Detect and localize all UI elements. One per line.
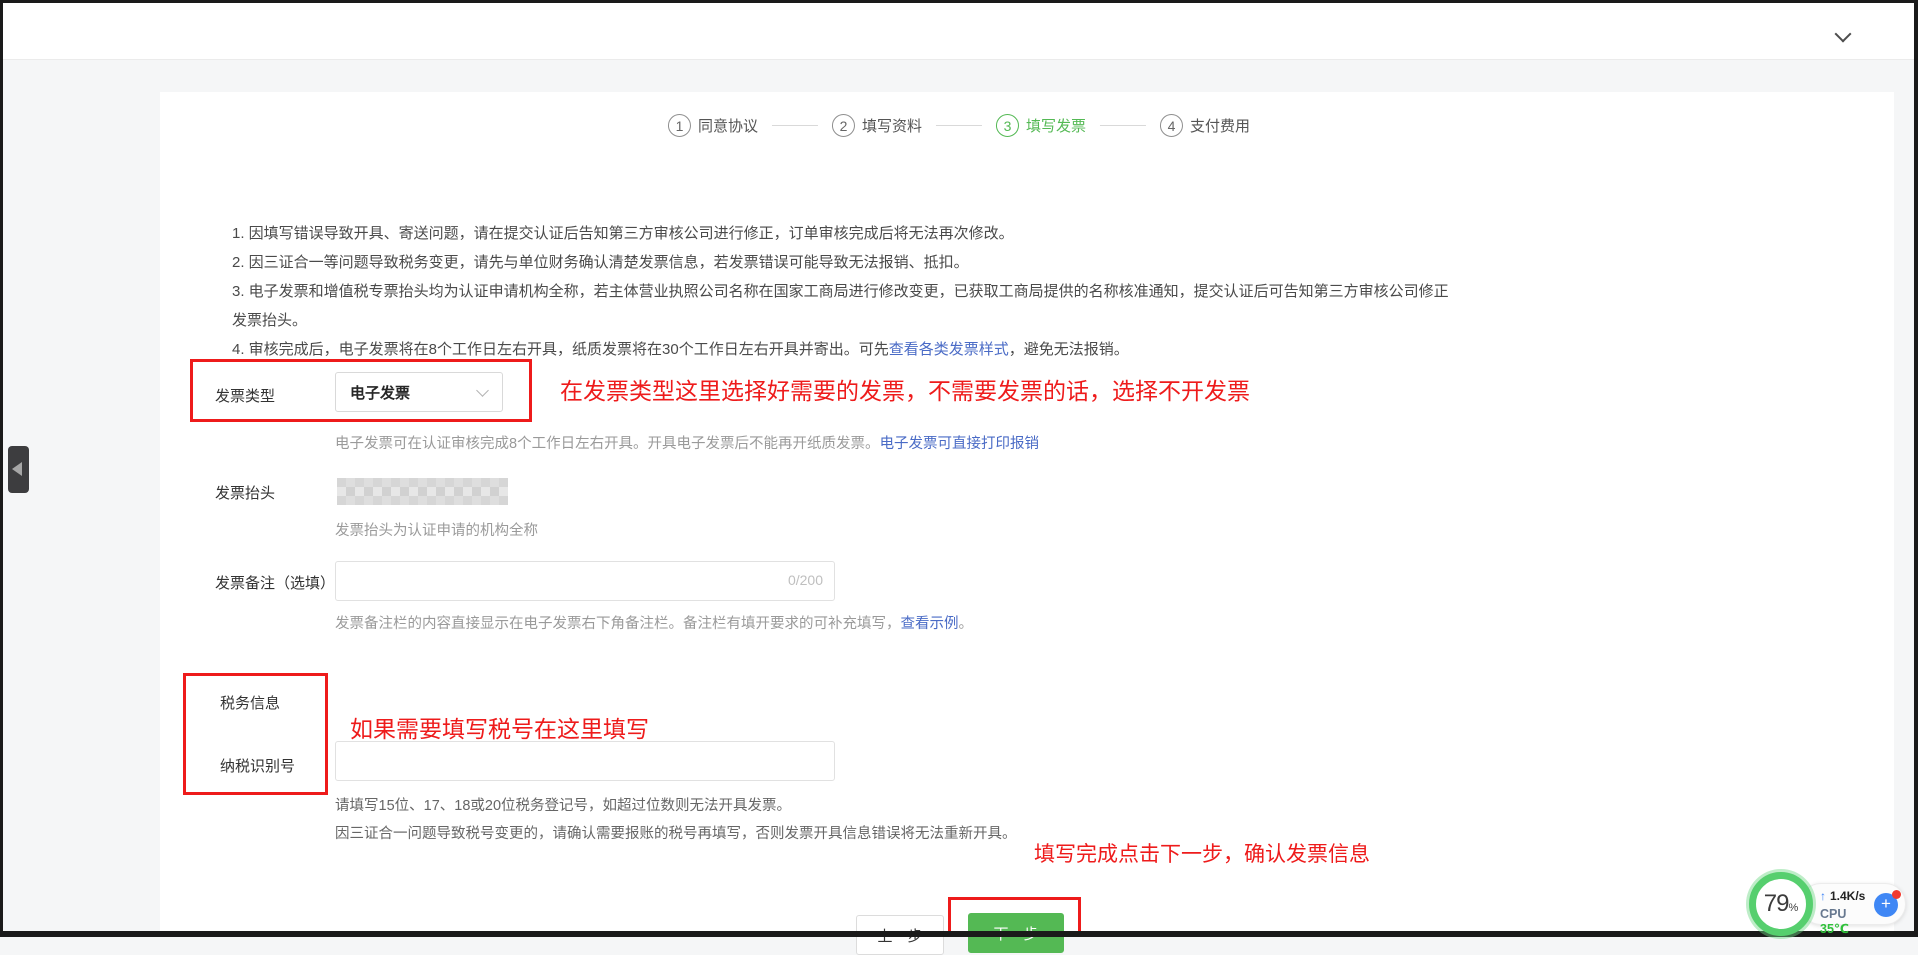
char-counter: 0/200 xyxy=(788,572,823,588)
note-text: 4. 审核完成后，电子发票将在8个工作日左右开具，纸质发票将在30个工作日左右开… xyxy=(232,341,889,358)
step-number: 2 xyxy=(832,114,855,137)
helper-text: 电子发票可在认证审核完成8个工作日左右开具。开具电子发票后不能再开纸质发票。 xyxy=(335,436,880,452)
invoice-remark-field-wrap: 0/200 xyxy=(335,561,835,601)
tax-helper-1: 请填写15位、17、18或20位税务登记号，如超过位数则无法开具发票。 xyxy=(335,792,791,820)
step-pay: 4 支付费用 xyxy=(1160,114,1250,137)
red-annotation-tax-id: 如果需要填写税号在这里填写 xyxy=(350,710,649,744)
red-annotation-next-step: 填写完成点击下一步，确认发票信息 xyxy=(1034,838,1370,868)
percent-value: 79 xyxy=(1764,890,1789,918)
chevron-down-icon xyxy=(476,386,488,398)
step-label: 填写资料 xyxy=(862,115,922,136)
progress-stepper: 1 同意协议 2 填写资料 3 填写发票 4 支付费用 xyxy=(668,114,1250,137)
sidebar-collapse-handle[interactable] xyxy=(8,446,29,493)
next-step-button[interactable]: 下一步 xyxy=(968,913,1064,953)
tax-id-label: 纳税识别号 xyxy=(220,755,295,776)
step-label: 同意协议 xyxy=(698,115,758,136)
step-connector xyxy=(1100,125,1146,126)
note-text: 1. 因填写错误导致开具、寄送问题，请在提交认证后告知第三方审核公司进行修正，订… xyxy=(232,225,1014,242)
step-fill-invoice: 3 填写发票 xyxy=(996,114,1086,137)
tax-section-label: 税务信息 xyxy=(220,692,280,713)
helper-text: 发票备注栏的内容直接显示在电子发票右下角备注栏。备注栏有填开要求的可补充填写， xyxy=(335,616,901,632)
step-connector xyxy=(936,125,982,126)
step-label: 支付费用 xyxy=(1190,115,1250,136)
window-titlebar xyxy=(3,3,1914,60)
step-number: 1 xyxy=(668,114,691,137)
invoice-remark-helper: 发票备注栏的内容直接显示在电子发票右下角备注栏。备注栏有填开要求的可补充填写，查… xyxy=(335,612,973,633)
note-line-3: 3. 电子发票和增值税专票抬头均为认证申请机构全称，若主体营业执照公司名称在国家… xyxy=(232,277,1452,335)
triangle-left-icon xyxy=(12,462,22,476)
step-number: 4 xyxy=(1160,114,1183,137)
note-line-2: 2. 因三证合一等问题导致税务变更，请先与单位财务确认清楚发票信息，若发票错误可… xyxy=(232,248,1452,277)
invoice-remark-input[interactable] xyxy=(335,561,835,601)
prev-step-button[interactable]: 上一步 xyxy=(856,915,944,955)
invoice-title-label: 发票抬头 xyxy=(215,482,275,503)
invoice-samples-link[interactable]: 查看各类发票样式 xyxy=(889,341,1009,358)
tax-id-input[interactable] xyxy=(335,741,835,781)
invoice-notes: 1. 因填写错误导致开具、寄送问题，请在提交认证后告知第三方审核公司进行修正，订… xyxy=(232,219,1452,364)
red-annotation-invoice-type: 在发票类型这里选择好需要的发票，不需要发票的话，选择不开发票 xyxy=(560,372,1250,406)
view-example-link[interactable]: 查看示例 xyxy=(901,616,959,632)
invoice-remark-label: 发票备注（选填） xyxy=(215,572,335,593)
tax-helper-2: 因三证合一问题导致税号变更的，请确认需要报账的税号再填写，否则发票开具信息错误将… xyxy=(335,820,1017,848)
notification-dot xyxy=(1892,890,1901,899)
invoice-type-label: 发票类型 xyxy=(215,385,275,406)
step-label: 填写发票 xyxy=(1026,115,1086,136)
step-number: 3 xyxy=(996,114,1019,137)
cpu-status: CPU 35℃ xyxy=(1820,907,1849,936)
upload-speed: ↑ 1.4K/s xyxy=(1820,889,1865,903)
invoice-type-select[interactable]: 电子发票 xyxy=(335,372,503,412)
invoice-title-redacted-value xyxy=(337,478,508,505)
step-agree: 1 同意协议 xyxy=(668,114,758,137)
memory-percent-badge[interactable]: 79 % xyxy=(1749,872,1813,936)
cpu-label: CPU xyxy=(1820,907,1846,921)
note-text: 2. 因三证合一等问题导致税务变更，请先与单位财务确认清楚发票信息，若发票错误可… xyxy=(232,254,969,271)
cpu-temperature: 35℃ xyxy=(1820,922,1849,936)
upload-speed-value: 1.4K/s xyxy=(1830,889,1865,903)
invoice-title-helper: 发票抬头为认证申请的机构全称 xyxy=(335,519,538,540)
note-line-1: 1. 因填写错误导致开具、寄送问题，请在提交认证后告知第三方审核公司进行修正，订… xyxy=(232,219,1452,248)
note-text: ，避免无法报销。 xyxy=(1009,341,1129,358)
chevron-down-icon[interactable] xyxy=(1830,25,1856,45)
e-invoice-print-link[interactable]: 电子发票可直接打印报销 xyxy=(880,436,1040,452)
upload-arrow-icon: ↑ xyxy=(1820,889,1826,903)
note-text: 3. 电子发票和增值税专票抬头均为认证申请机构全称，若主体营业执照公司名称在国家… xyxy=(232,283,1449,329)
invoice-type-helper: 电子发票可在认证审核完成8个工作日左右开具。开具电子发票后不能再开纸质发票。电子… xyxy=(335,432,1039,453)
invoice-type-value: 电子发票 xyxy=(350,382,476,403)
helper-text: 。 xyxy=(959,616,974,632)
step-connector xyxy=(772,125,818,126)
step-fill-info: 2 填写资料 xyxy=(832,114,922,137)
percent-unit: % xyxy=(1788,902,1798,914)
note-line-4: 4. 审核完成后，电子发票将在8个工作日左右开具，纸质发票将在30个工作日左右开… xyxy=(232,335,1452,364)
